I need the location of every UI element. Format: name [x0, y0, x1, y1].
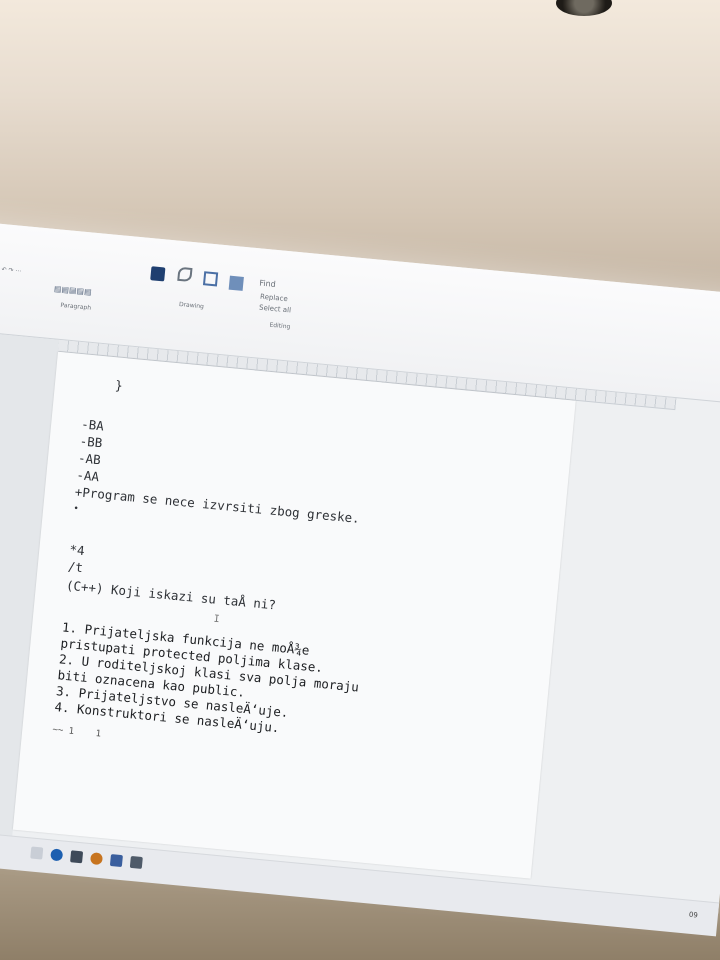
text-cursor: I	[213, 613, 221, 626]
paragraph-align-icons[interactable]: ▤▤▤▤▤	[54, 284, 92, 297]
pen-icon[interactable]	[177, 266, 193, 283]
taskbar-clock: 09	[688, 910, 699, 920]
option-error: +Program se nece izvrsiti zbog greske.	[74, 484, 361, 526]
option-ba: -BA	[80, 416, 105, 434]
closing-brace: }	[114, 377, 124, 394]
option-bb: -BB	[79, 433, 103, 451]
drawing-group-label: Drawing	[178, 301, 205, 311]
shapes-icon[interactable]	[150, 266, 166, 282]
replace-button[interactable]: Replace	[260, 293, 288, 304]
option-aa: -AA	[75, 467, 100, 485]
select-all-button[interactable]: Select all	[259, 304, 292, 315]
word-icon[interactable]	[109, 854, 123, 868]
editing-group-label: Editing	[269, 321, 291, 331]
file-explorer-icon[interactable]	[70, 850, 84, 864]
ceiling-light	[556, 0, 612, 16]
edge-icon[interactable]	[50, 848, 64, 862]
find-button[interactable]: Find	[259, 278, 276, 289]
insert-object-icon[interactable]	[228, 275, 244, 291]
bullet-dot: •	[72, 503, 80, 515]
drawing-canvas-icon[interactable]	[202, 271, 219, 287]
task-view-icon[interactable]	[30, 846, 44, 860]
option-ab: -AB	[77, 450, 102, 468]
undo-icon[interactable]: ↶ ↷ ⋯	[1, 266, 21, 275]
projected-screen: ↶ ↷ ⋯ ▤▤▤▤▤ Paragraph Drawing Find Repla…	[0, 220, 720, 937]
document-page[interactable]: } -BA -BB -AB -AA +Program se nece izvrs…	[12, 351, 576, 879]
chrome-icon[interactable]	[89, 852, 104, 866]
page-footer-fragment: ~~ 1 1	[51, 724, 102, 740]
paragraph-group-label: Paragraph	[60, 301, 92, 312]
app-icon[interactable]	[129, 855, 143, 869]
question-number: *4	[68, 541, 86, 559]
question-text: (C++) Koji iskazi su taÅ ni?	[65, 577, 277, 613]
tag-slash: /t	[67, 558, 84, 576]
